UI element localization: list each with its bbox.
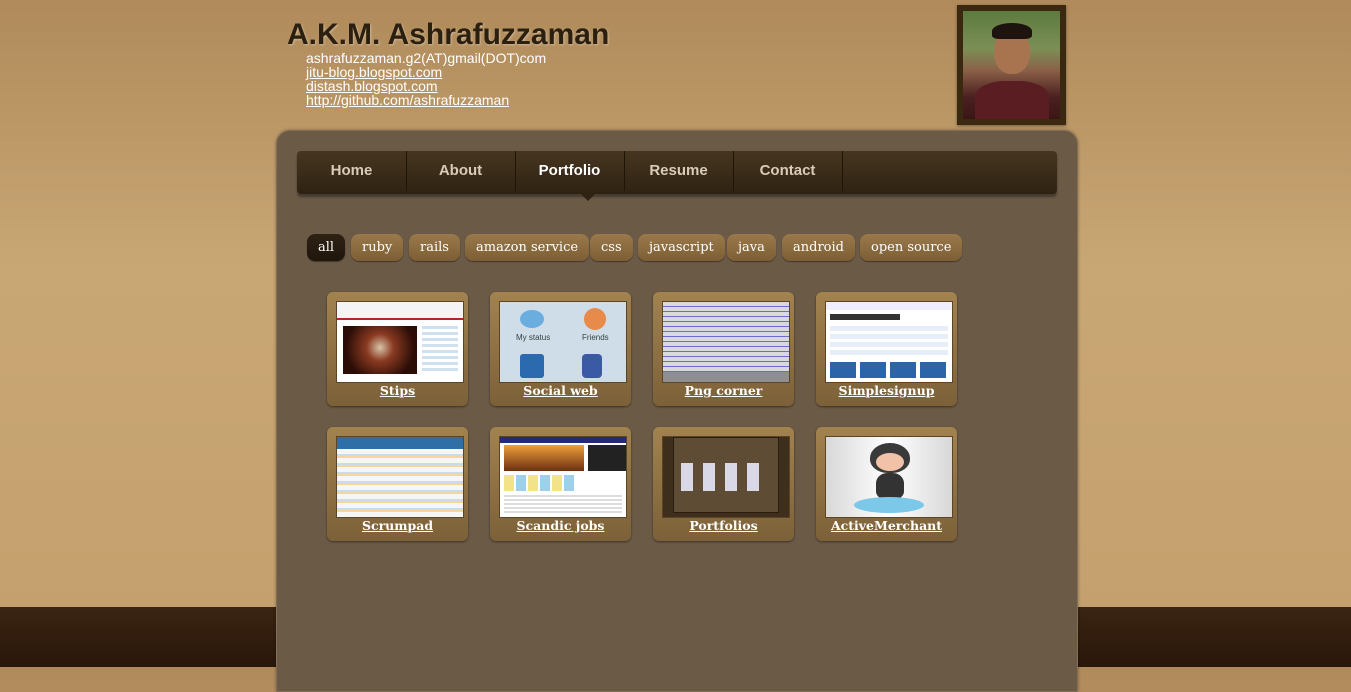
thumbnail: My status Friends [499,301,627,383]
portfolio-item-label[interactable]: Stips [327,383,468,398]
thumbnail [336,436,464,518]
site-header: A.K.M. Ashrafuzzaman ashrafuzzaman.g2(AT… [287,18,937,107]
filter-amazon-service[interactable]: amazon service [465,234,590,261]
active-nav-indicator [580,193,596,201]
email-text: ashrafuzzaman.g2(AT)gmail(DOT)com [306,50,547,66]
database-icon [582,354,602,378]
portfolio-item-label[interactable]: Png corner [653,383,794,398]
link-distash-blog[interactable]: distash.blogspot.com [306,79,937,93]
nav-item-contact[interactable]: Contact [733,151,843,191]
thumbnail [662,301,790,383]
nav-item-resume[interactable]: Resume [624,151,734,191]
page-title: A.K.M. Ashrafuzzaman [287,18,610,51]
contact-block: ashrafuzzaman.g2(AT)gmail(DOT)com jitu-b… [306,51,937,107]
portfolio-item-label[interactable]: Scandic jobs [490,518,631,533]
portfolio-item-png-corner[interactable]: Png corner [653,292,794,406]
main-panel: Home About Portfolio Resume Contact all … [276,130,1078,692]
link-jitu-blog[interactable]: jitu-blog.blogspot.com [306,65,937,79]
filter-android[interactable]: android [782,234,855,261]
portfolio-item-label[interactable]: Portfolios [653,518,794,533]
filter-rails[interactable]: rails [409,234,460,261]
friends-icon [584,308,606,330]
portfolio-item-label[interactable]: Scrumpad [327,518,468,533]
nav-item-about[interactable]: About [406,151,516,191]
nav-item-home[interactable]: Home [297,151,407,191]
chat-bubble-icon [520,310,544,328]
link-github[interactable]: http://github.com/ashrafuzzaman [306,93,937,107]
portfolio-item-simplesignup[interactable]: Simplesignup [816,292,957,406]
profile-photo [957,5,1066,125]
nav-item-portfolio[interactable]: Portfolio [515,151,625,191]
portfolio-item-label[interactable]: Simplesignup [816,383,957,398]
portfolio-item-scandic-jobs[interactable]: Scandic jobs [490,427,631,541]
thumbnail [336,301,464,383]
filter-java[interactable]: java [727,234,776,261]
thumb-text: My status [516,333,551,342]
filter-ruby[interactable]: ruby [351,234,404,261]
filter-css[interactable]: css [590,234,633,261]
thumbnail [825,436,953,518]
user-icon [520,354,544,378]
thumbnail [825,301,953,383]
thumbnail [499,436,627,518]
portfolio-item-activemerchant[interactable]: ActiveMerchant [816,427,957,541]
filter-javascript[interactable]: javascript [638,234,725,261]
thumbnail [662,436,790,518]
profile-photo-image [963,11,1060,119]
filter-open-source[interactable]: open source [860,234,963,261]
portfolio-item-portfolios[interactable]: Portfolios [653,427,794,541]
portfolio-item-stips[interactable]: Stips [327,292,468,406]
thumb-text: Friends [582,333,609,342]
filter-all[interactable]: all [307,234,346,261]
portfolio-item-label[interactable]: ActiveMerchant [816,518,957,533]
portfolio-item-social-web[interactable]: My status Friends Social web [490,292,631,406]
portfolio-item-label[interactable]: Social web [490,383,631,398]
main-nav: Home About Portfolio Resume Contact [297,151,1057,201]
portfolio-item-scrumpad[interactable]: Scrumpad [327,427,468,541]
